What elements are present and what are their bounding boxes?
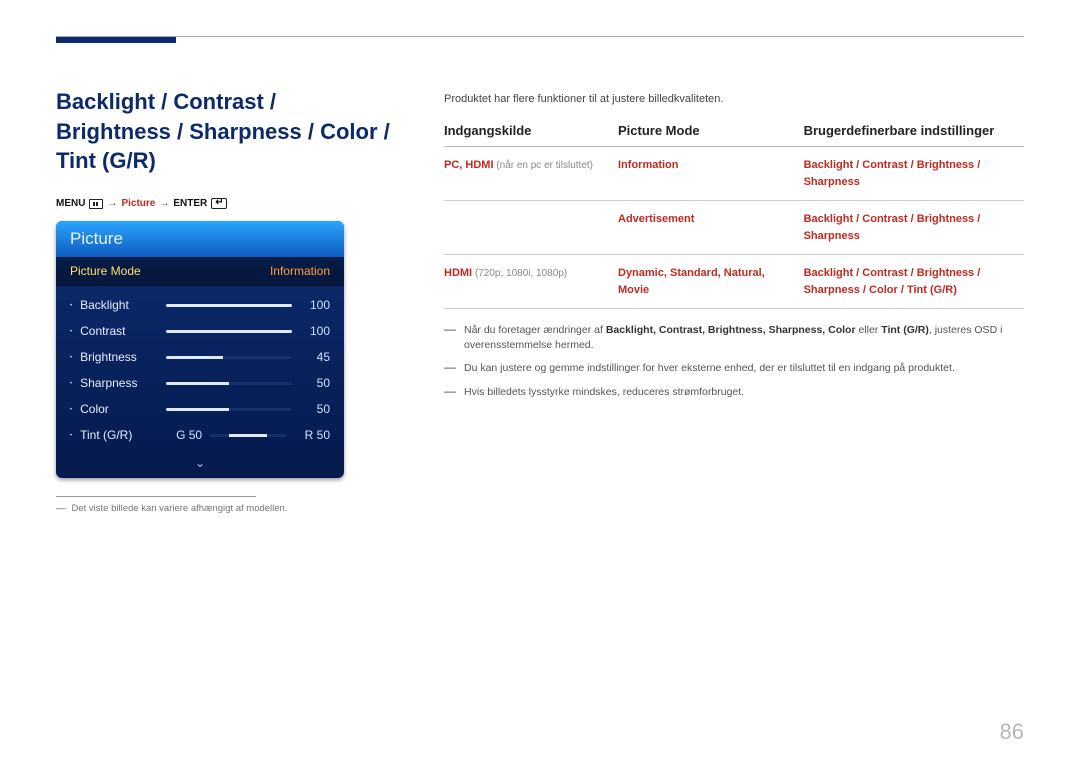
note-text: Når du foretager ændringer af Backlight,… (464, 323, 1024, 353)
notes: ― Når du foretager ændringer af Backlight… (444, 323, 1024, 400)
cell-source: PC, HDMI (når en pc er tilsluttet) (444, 147, 618, 201)
arrow-icon: → (107, 198, 117, 209)
bullet-icon: • (70, 303, 72, 309)
enter-icon (211, 198, 227, 209)
cell-source (444, 201, 618, 255)
osd-mode-row[interactable]: Picture Mode Information (56, 257, 344, 286)
osd-title: Picture (56, 221, 344, 257)
page-title: Backlight / Contrast / Brightness / Shar… (56, 87, 396, 176)
cell-mode: Information (618, 147, 804, 201)
cell-settings: Backlight / Contrast / Brightness / Shar… (804, 255, 1024, 309)
menu-path: MENU → Picture → ENTER (56, 198, 396, 209)
menu-label: MENU (56, 198, 85, 209)
osd-panel: Picture Picture Mode Information • Backli… (56, 221, 344, 478)
osd-slider-row[interactable]: • Brightness 45 (56, 344, 344, 370)
slider-value: 100 (300, 324, 330, 338)
table-row: AdvertisementBacklight / Contrast / Brig… (444, 201, 1024, 255)
page-number: 86 (1000, 719, 1024, 745)
dash-icon: ― (444, 361, 456, 376)
tint-track[interactable] (210, 434, 286, 437)
tint-r-value: R 50 (294, 428, 330, 442)
slider-label: Sharpness (80, 376, 158, 390)
slider-track[interactable] (166, 382, 292, 385)
cell-mode: Advertisement (618, 201, 804, 255)
slider-value: 50 (300, 402, 330, 416)
slider-label: Backlight (80, 298, 158, 312)
osd-slider-row[interactable]: • Color 50 (56, 396, 344, 422)
slider-value: 100 (300, 298, 330, 312)
bullet-icon: • (70, 381, 72, 387)
menu-step: Picture (121, 198, 155, 209)
slider-label: Brightness (80, 350, 158, 364)
bullet-icon: • (70, 355, 72, 361)
accent-bar (56, 37, 176, 43)
note-text: Hvis billedets lysstyrke mindskes, reduc… (464, 385, 744, 400)
cell-source: HDMI (720p, 1080i, 1080p) (444, 255, 618, 309)
caption-text: Det viste billede kan variere afhængigt … (72, 503, 288, 514)
table-row: PC, HDMI (når en pc er tilsluttet)Inform… (444, 147, 1024, 201)
slider-label: Tint (G/R) (80, 428, 158, 442)
slider-track[interactable] (166, 330, 292, 333)
th-mode: Picture Mode (618, 123, 804, 147)
osd-mode-label: Picture Mode (70, 264, 141, 278)
slider-track[interactable] (166, 304, 292, 307)
arrow-icon: → (159, 198, 169, 209)
note: ― Når du foretager ændringer af Backlight… (444, 323, 1024, 353)
osd-slider-row[interactable]: • Sharpness 50 (56, 370, 344, 396)
slider-value: 50 (300, 376, 330, 390)
note: ― Du kan justere og gemme indstillinger f… (444, 361, 1024, 376)
slider-track[interactable] (166, 356, 292, 359)
chevron-down-icon[interactable]: ⌄ (56, 454, 344, 478)
cell-settings: Backlight / Contrast / Brightness / Shar… (804, 147, 1024, 201)
slider-value: 45 (300, 350, 330, 364)
osd-slider-row[interactable]: • Backlight 100 (56, 292, 344, 318)
th-source: Indgangskilde (444, 123, 618, 147)
note-text: Du kan justere og gemme indstillinger fo… (464, 361, 955, 376)
slider-label: Color (80, 402, 158, 416)
bullet-icon: • (70, 407, 72, 413)
caption: ― Det viste billede kan variere afhængig… (56, 503, 396, 514)
cell-settings: Backlight / Contrast / Brightness / Shar… (804, 201, 1024, 255)
menu-icon (89, 199, 103, 209)
osd-tint-row[interactable]: • Tint (G/R) G 50 R 50 (56, 422, 344, 448)
osd-slider-row[interactable]: • Contrast 100 (56, 318, 344, 344)
cell-mode: Dynamic, Standard, Natural, Movie (618, 255, 804, 309)
th-settings: Brugerdefinerbare indstillinger (804, 123, 1024, 147)
bullet-icon: • (70, 329, 72, 335)
note: ― Hvis billedets lysstyrke mindskes, redu… (444, 385, 1024, 400)
dash-icon: ― (444, 323, 456, 353)
dash-icon: ― (444, 385, 456, 400)
modes-table: Indgangskilde Picture Mode Brugerdefiner… (444, 123, 1024, 309)
slider-track[interactable] (166, 408, 292, 411)
bullet-icon: • (70, 433, 72, 439)
table-row: HDMI (720p, 1080i, 1080p)Dynamic, Standa… (444, 255, 1024, 309)
slider-label: Contrast (80, 324, 158, 338)
enter-label: ENTER (173, 198, 207, 209)
intro-text: Produktet har flere funktioner til at ju… (444, 93, 1024, 105)
tint-g-value: G 50 (166, 428, 202, 442)
osd-mode-value: Information (270, 264, 330, 278)
